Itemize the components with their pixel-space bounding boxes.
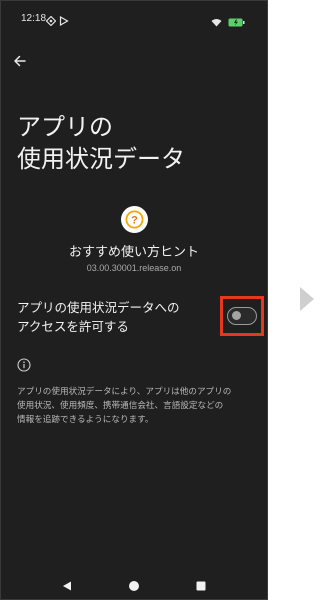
usage-access-toggle[interactable] xyxy=(227,307,257,325)
info-description-line1: アプリの使用状況データにより、アプリは他のアプリの xyxy=(17,387,232,397)
page-title: アプリの 使用状況データ xyxy=(17,111,185,175)
back-arrow-icon[interactable] xyxy=(11,52,29,70)
battery-icon xyxy=(228,12,245,31)
wifi-icon xyxy=(211,12,222,31)
location-diamond-icon xyxy=(45,11,57,30)
navigation-bar xyxy=(1,571,267,599)
app-name: おすすめ使い方ヒント xyxy=(68,245,199,260)
info-description-line2: 使用状況、使用頻度、携帯通信会社、言語設定などの xyxy=(17,401,224,411)
info-icon xyxy=(17,357,31,372)
status-left-icons xyxy=(45,11,69,30)
status-time: 12:18 xyxy=(21,13,47,24)
nav-home-icon[interactable] xyxy=(128,577,140,596)
permission-label: アプリの使用状況データへの アクセスを許可する xyxy=(17,298,207,336)
status-bar: 12:18 xyxy=(1,1,267,31)
svg-text:?: ? xyxy=(131,215,138,227)
play-store-icon xyxy=(59,11,69,30)
status-right-icons xyxy=(211,12,245,31)
info-description: アプリの使用状況データにより、アプリは他のアプリの 使用状況、使用頻度、携帯通信… xyxy=(17,385,257,427)
permission-label-line2: アクセスを許可する xyxy=(17,319,129,334)
page-title-line2: 使用状況データ xyxy=(17,145,185,173)
nav-back-icon[interactable] xyxy=(61,577,73,596)
help-question-icon: ? xyxy=(125,210,144,229)
next-step-arrow-icon xyxy=(300,287,314,311)
app-version: 03.00.30001.release.on xyxy=(86,263,182,273)
permission-label-line1: アプリの使用状況データへの xyxy=(17,300,180,315)
nav-recents-icon[interactable] xyxy=(195,577,207,596)
toggle-highlight-box xyxy=(220,296,264,336)
info-description-line3: 情報を追跡できるようになります。 xyxy=(17,415,154,425)
toggle-knob xyxy=(232,311,241,320)
app-icon: ? xyxy=(121,206,148,233)
phone-screen: 12:18 アプリの 使用状況データ ? おすすめ使い方ヒント 03.00.30… xyxy=(0,0,268,600)
page-title-line1: アプリの xyxy=(17,113,113,141)
